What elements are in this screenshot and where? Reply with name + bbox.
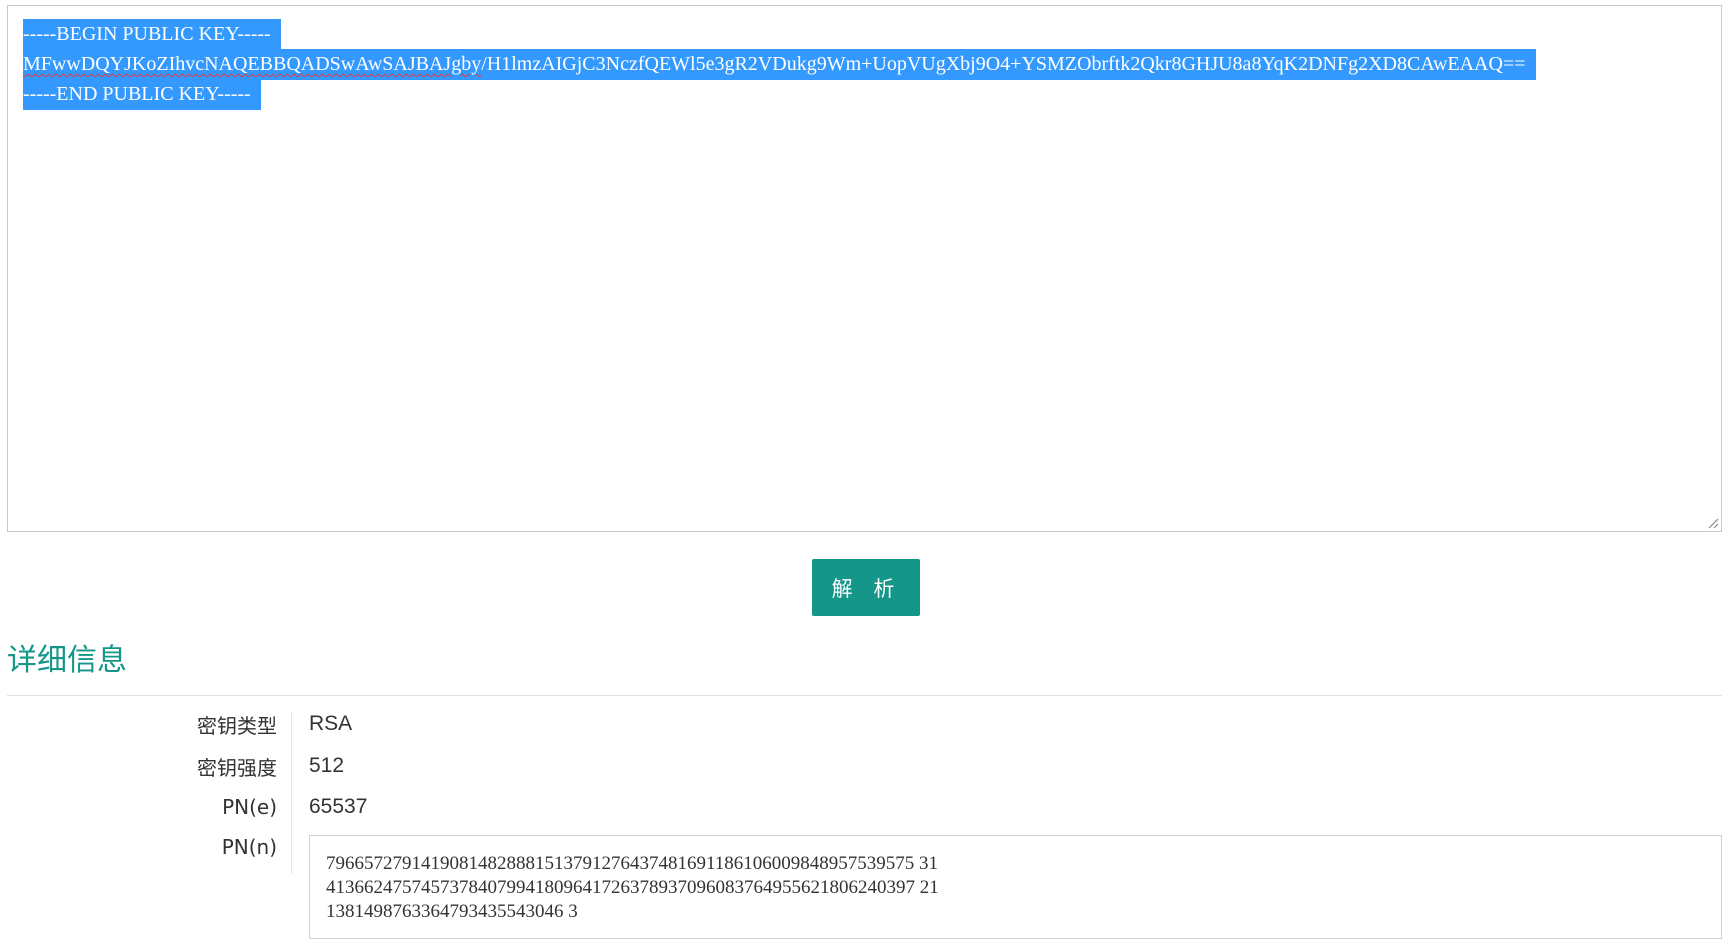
resize-grip-icon[interactable] (1707, 517, 1719, 529)
key-type-label: 密钥类型 (197, 714, 277, 738)
info-column-divider (291, 712, 292, 874)
modulus-line: 1381498763364793435543046 3 (326, 901, 578, 922)
key-strength-label: 密钥强度 (197, 756, 277, 780)
key-body-rest: /H1lmzAIGjC3NczfQEWl5e3gR2VDukg9Wm+UopVU… (481, 53, 1526, 75)
key-body-misspelled-part: MFwwDQYJKoZIhvcNAQEBBQADSwAwSAJBAJgby (23, 53, 482, 75)
modulus-label: PN(n) (221, 835, 277, 859)
key-end-text: -----END PUBLIC KEY----- (23, 79, 261, 110)
key-begin-text: -----BEGIN PUBLIC KEY----- (23, 19, 281, 50)
modulus-line: 7966572791419081482888151379127643748169… (326, 853, 939, 874)
details-title: 详细信息 (7, 643, 127, 678)
parse-button[interactable]: 解 析 (812, 559, 920, 616)
key-line-begin: -----BEGIN PUBLIC KEY----- (23, 19, 1536, 50)
modulus-value: 7966572791419081482888151379127643748169… (326, 852, 939, 924)
public-key-content: -----BEGIN PUBLIC KEY----- MFwwDQYJKoZIh… (23, 19, 1536, 110)
key-line-body: MFwwDQYJKoZIhvcNAQEBBQADSwAwSAJBAJgby/H1… (23, 49, 1536, 80)
public-exponent-label: PN(e) (222, 795, 277, 819)
public-key-textarea[interactable]: -----BEGIN PUBLIC KEY----- MFwwDQYJKoZIh… (7, 5, 1722, 532)
key-strength-value: 512 (309, 754, 345, 777)
key-body-text: MFwwDQYJKoZIhvcNAQEBBQADSwAwSAJBAJgby/H1… (23, 49, 1536, 80)
section-divider (7, 695, 1722, 696)
key-line-end: -----END PUBLIC KEY----- (23, 79, 1536, 110)
modulus-line: 4136624757457378407994180964172637893709… (326, 877, 939, 898)
modulus-value-box: 7966572791419081482888151379127643748169… (309, 835, 1722, 939)
key-type-value: RSA (309, 712, 353, 735)
public-exponent-value: 65537 (309, 795, 368, 818)
